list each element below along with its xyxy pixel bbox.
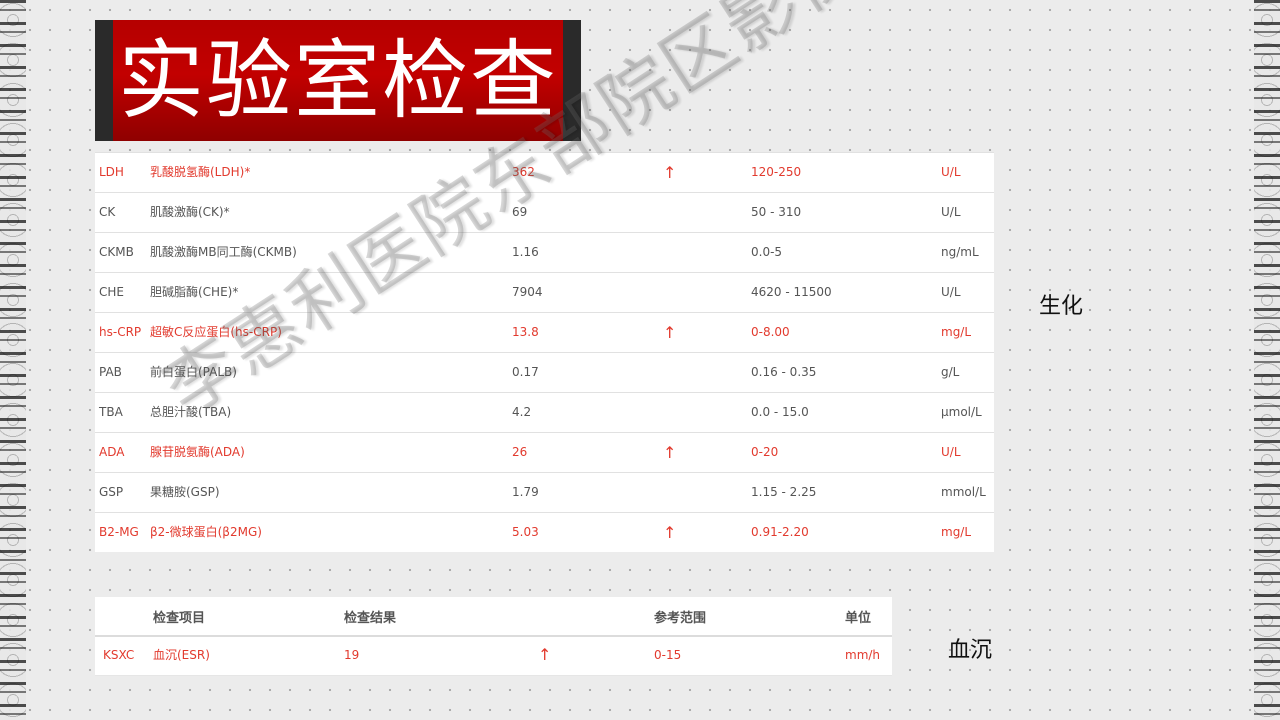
- cell-range: 50 - 310: [747, 192, 937, 233]
- table-row: LDH 乳酸脱氢酶(LDH)* 362 ↑ 120-250 U/L: [95, 152, 994, 193]
- cell-code: B2-MG: [95, 512, 146, 552]
- cell-result: 1.16: [508, 232, 659, 273]
- up-arrow-icon: ↑: [659, 512, 747, 552]
- cell-range: 0.16 - 0.35: [747, 352, 937, 393]
- cell-range: 1.15 - 2.25: [747, 472, 937, 513]
- cell-range: 4620 - 11500: [747, 272, 937, 313]
- cell-name: 肌酸激酶MB同工酶(CKMB): [146, 232, 508, 273]
- cell-code: hs-CRP: [95, 312, 146, 353]
- cell-unit: U/L: [937, 192, 994, 233]
- esr-label: 血沉: [948, 638, 993, 663]
- esr-header-flag: [530, 597, 646, 637]
- biochem-table: LDH 乳酸脱氢酶(LDH)* 362 ↑ 120-250 U/L CK 肌酸激酶(CK)* 6…: [95, 152, 994, 552]
- table-row: KSXC 血沉(ESR) 19 ↑ 0-15 mm/h: [95, 636, 892, 676]
- cell-unit: mg/L: [937, 512, 994, 552]
- cell-result: 7904: [508, 272, 659, 313]
- cell-result: 0.17: [508, 352, 659, 393]
- cell-range: 0.0-5: [747, 232, 937, 273]
- up-arrow-icon: [659, 472, 747, 513]
- esr-header-item: 检查项目: [145, 597, 336, 637]
- cell-range: 0.91-2.20: [747, 512, 937, 552]
- esr-unit: mm/h: [837, 636, 892, 676]
- cell-unit: mg/L: [937, 312, 994, 353]
- cell-result: 1.79: [508, 472, 659, 513]
- cell-code: LDH: [95, 152, 146, 193]
- cell-range: 0.0 - 15.0: [747, 392, 937, 433]
- esr-header-result: 检查结果: [336, 597, 530, 637]
- cell-code: GSP: [95, 472, 146, 513]
- page-title: 实验室检查: [118, 30, 558, 131]
- table-row: B2-MG β2-微球蛋白(β2MG) 5.03 ↑ 0.91-2.20 mg/L: [95, 512, 994, 552]
- esr-header-code: [95, 597, 145, 637]
- esr-code: KSXC: [95, 636, 145, 676]
- cell-unit: U/L: [937, 432, 994, 473]
- cell-name: 肌酸激酶(CK)*: [146, 192, 508, 233]
- cell-result: 26: [508, 432, 659, 473]
- up-arrow-icon: [659, 392, 747, 433]
- cell-range: 120-250: [747, 152, 937, 193]
- cell-result: 5.03: [508, 512, 659, 552]
- esr-header-range: 参考范围: [646, 597, 837, 637]
- cell-name: 总胆汁酸(TBA): [146, 392, 508, 433]
- up-arrow-icon: [659, 352, 747, 393]
- up-arrow-icon: ↑: [659, 432, 747, 473]
- cell-code: CKMB: [95, 232, 146, 273]
- cell-code: CK: [95, 192, 146, 233]
- cell-name: 超敏C反应蛋白(hs-CRP): [146, 312, 508, 353]
- up-arrow-icon: ↑: [659, 312, 747, 353]
- cell-name: 果糖胺(GSP): [146, 472, 508, 513]
- esr-header-unit: 单位: [837, 597, 892, 637]
- table-row: PAB 前白蛋白(PALB) 0.17 0.16 - 0.35 g/L: [95, 352, 994, 393]
- cell-range: 0-8.00: [747, 312, 937, 353]
- up-arrow-icon: [659, 232, 747, 273]
- esr-range: 0-15: [646, 636, 837, 676]
- cell-code: CHE: [95, 272, 146, 313]
- biochem-label: 生化: [1039, 294, 1084, 319]
- cell-unit: U/L: [937, 272, 994, 313]
- decorative-border-left: [0, 0, 26, 720]
- cell-name: 胆碱脂酶(CHE)*: [146, 272, 508, 313]
- table-row: CKMB 肌酸激酶MB同工酶(CKMB) 1.16 0.0-5 ng/mL: [95, 232, 994, 273]
- cell-result: 362: [508, 152, 659, 193]
- cell-code: TBA: [95, 392, 146, 433]
- cell-result: 13.8: [508, 312, 659, 353]
- decorative-border-right: [1254, 0, 1280, 720]
- table-row: GSP 果糖胺(GSP) 1.79 1.15 - 2.25 mmol/L: [95, 472, 994, 513]
- esr-result: 19: [336, 636, 530, 676]
- up-arrow-icon: ↑: [659, 152, 747, 193]
- cell-name: 乳酸脱氢酶(LDH)*: [146, 152, 508, 193]
- cell-name: 前白蛋白(PALB): [146, 352, 508, 393]
- cell-result: 69: [508, 192, 659, 233]
- cell-unit: U/L: [937, 152, 994, 193]
- cell-name: β2-微球蛋白(β2MG): [146, 512, 508, 552]
- cell-result: 4.2: [508, 392, 659, 433]
- up-arrow-icon: [659, 272, 747, 313]
- table-row: ADA 腺苷脱氨酶(ADA) 26 ↑ 0-20 U/L: [95, 432, 994, 473]
- cell-unit: ng/mL: [937, 232, 994, 273]
- cell-unit: μmol/L: [937, 392, 994, 433]
- esr-header-row: 检查项目 检查结果 参考范围 单位: [95, 597, 892, 637]
- table-row: TBA 总胆汁酸(TBA) 4.2 0.0 - 15.0 μmol/L: [95, 392, 994, 433]
- title-banner: 实验室检查: [95, 20, 581, 141]
- table-row: CK 肌酸激酶(CK)* 69 50 - 310 U/L: [95, 192, 994, 233]
- table-row: hs-CRP 超敏C反应蛋白(hs-CRP) 13.8 ↑ 0-8.00 mg/L: [95, 312, 994, 353]
- cell-code: ADA: [95, 432, 146, 473]
- esr-item: 血沉(ESR): [145, 636, 336, 676]
- cell-unit: mmol/L: [937, 472, 994, 513]
- esr-table: 检查项目 检查结果 参考范围 单位 KSXC 血沉(ESR) 19 ↑ 0-15…: [95, 597, 892, 676]
- cell-name: 腺苷脱氨酶(ADA): [146, 432, 508, 473]
- up-arrow-icon: ↑: [530, 636, 646, 676]
- cell-range: 0-20: [747, 432, 937, 473]
- cell-unit: g/L: [937, 352, 994, 393]
- up-arrow-icon: [659, 192, 747, 233]
- table-row: CHE 胆碱脂酶(CHE)* 7904 4620 - 11500 U/L: [95, 272, 994, 313]
- cell-code: PAB: [95, 352, 146, 393]
